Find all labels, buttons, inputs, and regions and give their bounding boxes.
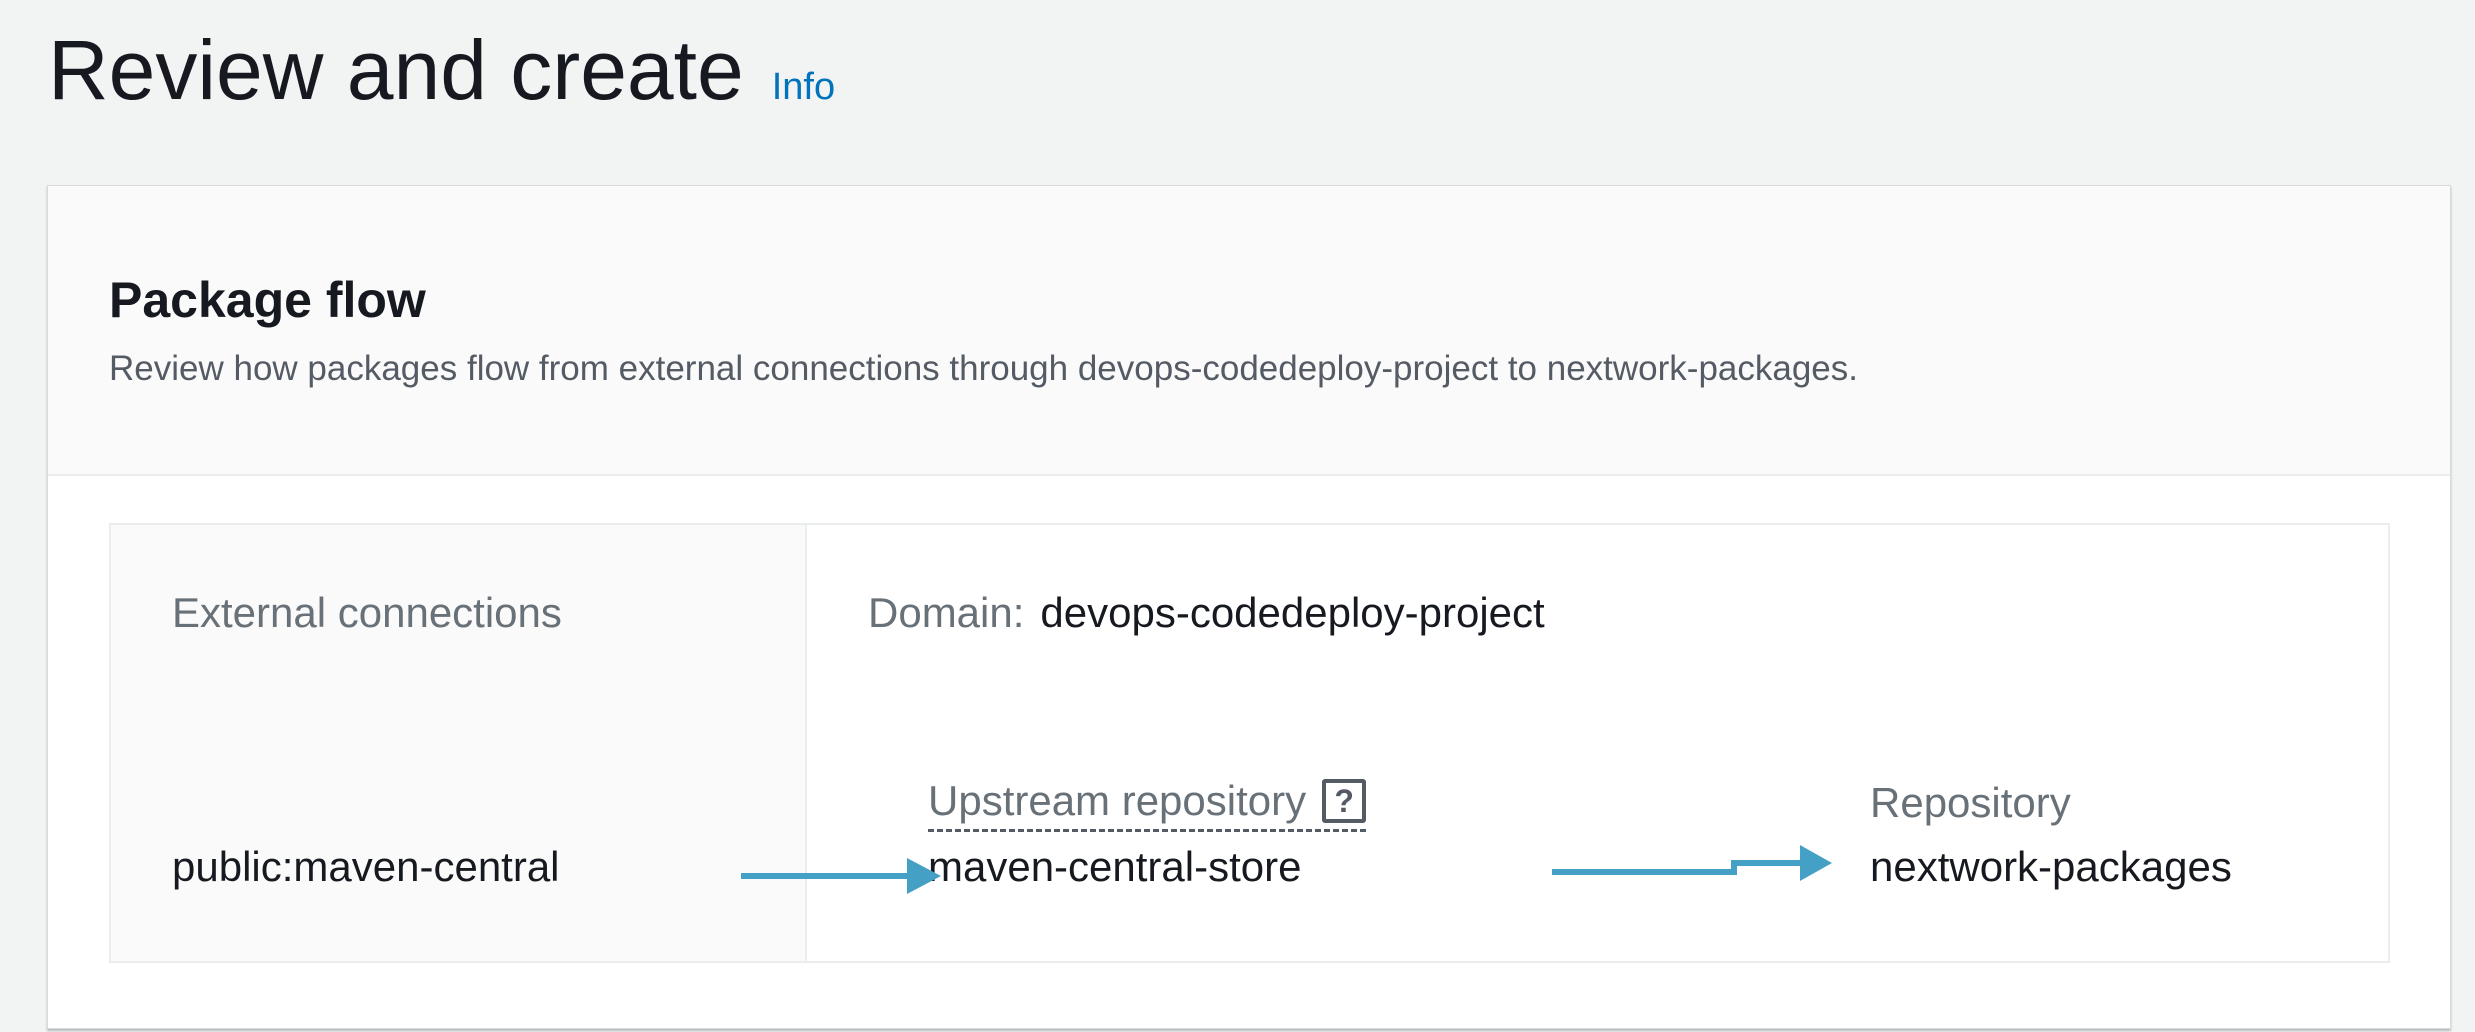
- package-flow-card: Package flow Review how packages flow fr…: [47, 185, 2451, 1029]
- upstream-repository-value: maven-central-store: [928, 843, 1302, 890]
- package-flow-diagram: External connections public:maven-centra…: [109, 523, 2390, 963]
- domain-label: Domain:: [868, 589, 1025, 636]
- page-header: Review and create Info: [48, 20, 835, 120]
- info-link[interactable]: Info: [772, 66, 835, 109]
- domain-value: devops-codedeploy-project: [1040, 589, 1545, 636]
- external-connections-heading: External connections: [172, 589, 562, 636]
- external-connection-value: public:maven-central: [172, 843, 560, 890]
- external-connections-panel: External connections public:maven-centra…: [111, 525, 807, 961]
- domain-row: Domain: devops-codedeploy-project: [868, 589, 1545, 637]
- card-description: Review how packages flow from external c…: [109, 349, 1858, 388]
- upstream-repository-heading[interactable]: Upstream repository ?: [928, 777, 1367, 832]
- card-header: Package flow Review how packages flow fr…: [48, 186, 2450, 476]
- arrow-step-icon: [1552, 845, 1832, 881]
- page-title: Review and create: [48, 23, 744, 117]
- repository-heading: Repository: [1870, 779, 2071, 826]
- repository-value: nextwork-packages: [1870, 843, 2232, 890]
- upstream-repository-label: Upstream repository: [928, 777, 1307, 824]
- card-title: Package flow: [109, 272, 426, 328]
- help-icon[interactable]: ?: [1322, 779, 1367, 823]
